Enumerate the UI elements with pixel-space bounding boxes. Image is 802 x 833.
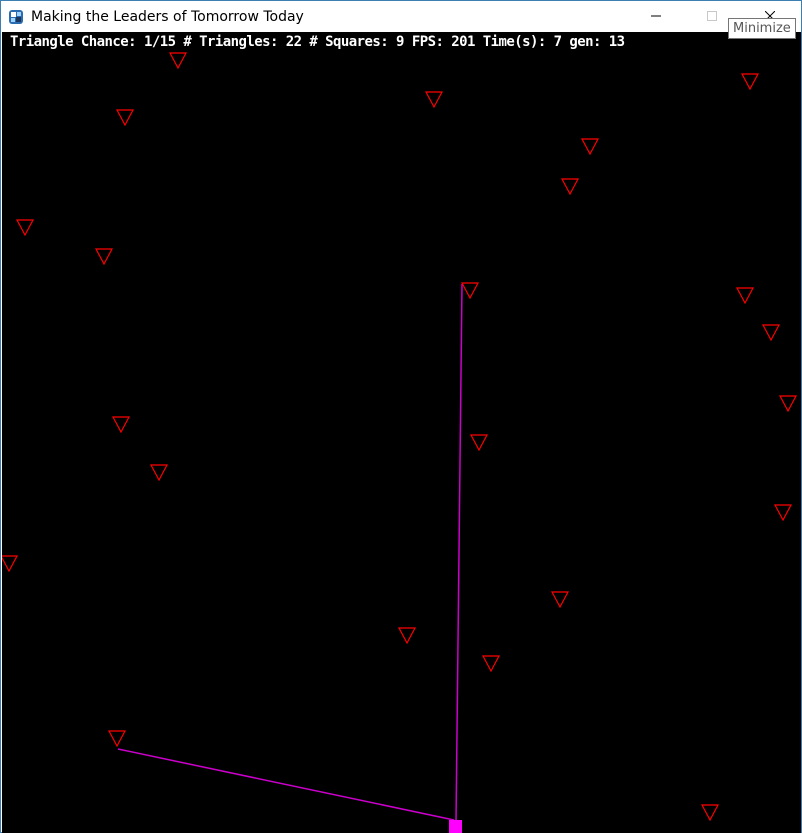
app-icon bbox=[9, 10, 23, 24]
triangle-enemy bbox=[701, 804, 719, 822]
maximize-icon bbox=[707, 11, 717, 21]
triangle-enemy bbox=[16, 219, 34, 237]
triangle-enemy bbox=[774, 504, 792, 522]
triangle-enemy bbox=[108, 730, 126, 748]
minimize-tooltip: Minimize bbox=[728, 18, 796, 39]
triangle-enemy bbox=[551, 591, 569, 609]
triangle-enemy bbox=[398, 627, 416, 645]
triangle-enemy bbox=[95, 248, 113, 266]
triangle-enemy bbox=[150, 464, 168, 482]
triangle-enemy bbox=[470, 434, 488, 452]
triangle-enemy bbox=[116, 109, 134, 127]
triangle-enemy bbox=[461, 282, 479, 300]
triangle-enemy bbox=[741, 73, 759, 91]
minimize-icon bbox=[651, 15, 661, 17]
minimize-button[interactable] bbox=[633, 1, 679, 31]
game-field bbox=[2, 52, 797, 833]
triangle-enemy bbox=[561, 178, 579, 196]
hud-status-text: Triangle Chance: 1/15 # Triangles: 22 # … bbox=[10, 34, 625, 50]
square-path-line bbox=[117, 748, 455, 821]
square-path-line bbox=[455, 283, 463, 823]
triangle-enemy bbox=[425, 91, 443, 109]
triangle-enemy bbox=[779, 395, 797, 413]
triangle-enemy bbox=[581, 138, 599, 156]
player-square bbox=[449, 820, 462, 833]
window-title: Making the Leaders of Tomorrow Today bbox=[31, 9, 304, 25]
triangle-enemy bbox=[112, 416, 130, 434]
triangle-enemy bbox=[2, 555, 18, 573]
game-canvas[interactable]: Triangle Chance: 1/15 # Triangles: 22 # … bbox=[2, 32, 801, 833]
game-window: Making the Leaders of Tomorrow Today Min… bbox=[0, 0, 802, 833]
triangle-enemy bbox=[762, 324, 780, 342]
triangle-enemy bbox=[169, 52, 187, 70]
triangle-enemy bbox=[736, 287, 754, 305]
title-bar[interactable]: Making the Leaders of Tomorrow Today Min… bbox=[1, 1, 801, 39]
triangle-enemy bbox=[482, 655, 500, 673]
